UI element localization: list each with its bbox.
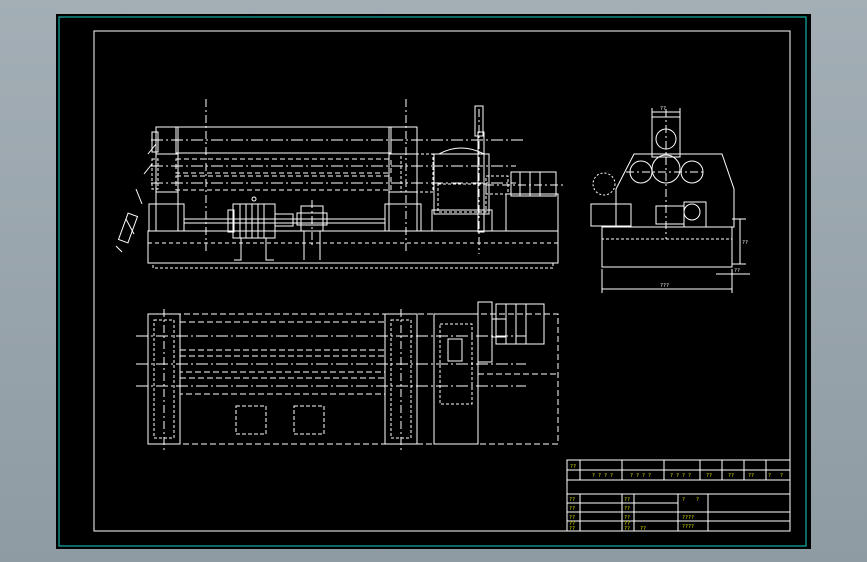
outer-frame xyxy=(58,16,807,547)
tb-left-row-0: ?? xyxy=(569,497,575,503)
tb-name-0: ? xyxy=(682,497,685,503)
side-view xyxy=(590,108,750,293)
tb-header-3: ? ? ? ? xyxy=(670,473,691,479)
tb-left-row-4: ?? xyxy=(569,526,575,532)
tb-header-8: ? xyxy=(780,473,783,479)
tb-name-1: ? xyxy=(696,497,699,503)
tb-header-6: ?? xyxy=(748,473,754,479)
tb-header-5: ?? xyxy=(728,473,734,479)
title-block-header: ?? ? ? ? ? ? ? ? ? ? ? ? ? ?? ?? ?? ? ? xyxy=(570,464,783,479)
tb-mid-row-1: ?? xyxy=(624,506,630,512)
top-view xyxy=(136,301,559,450)
cad-drawing: ?? ??? ?? ?? ?? ? ? ? ? ? ? ? ? ? ? ? ? … xyxy=(58,16,807,547)
tb-header-7: ? xyxy=(768,473,771,479)
front-view xyxy=(115,99,566,269)
inner-frame xyxy=(93,30,791,532)
side-dim-height: ?? xyxy=(742,240,748,246)
tb-header-2: ? ? ? ? xyxy=(630,473,651,479)
title-block xyxy=(566,459,791,532)
tb-header-1: ? ? ? ? xyxy=(592,473,613,479)
side-dim-width: ??? xyxy=(660,283,669,289)
side-dim-top: ?? xyxy=(660,106,666,112)
tb-name-2: ???? xyxy=(682,515,694,521)
tb-left-row-1: ?? xyxy=(569,506,575,512)
tb-header-4: ?? xyxy=(706,473,712,479)
tb-mid-row-0: ?? xyxy=(624,497,630,503)
side-dim-offset: ?? xyxy=(734,268,740,274)
tb-mid-extra: ?? xyxy=(640,526,646,532)
drawing-sheet: ?? ??? ?? ?? ?? ? ? ? ? ? ? ? ? ? ? ? ? … xyxy=(56,14,811,549)
tb-header-0: ?? xyxy=(570,464,576,470)
tb-name-3: ???? xyxy=(682,524,694,530)
tb-mid-row-4: ?? xyxy=(624,526,630,532)
cad-viewport[interactable]: ?? ??? ?? ?? ?? ? ? ? ? ? ? ? ? ? ? ? ? … xyxy=(0,0,867,562)
